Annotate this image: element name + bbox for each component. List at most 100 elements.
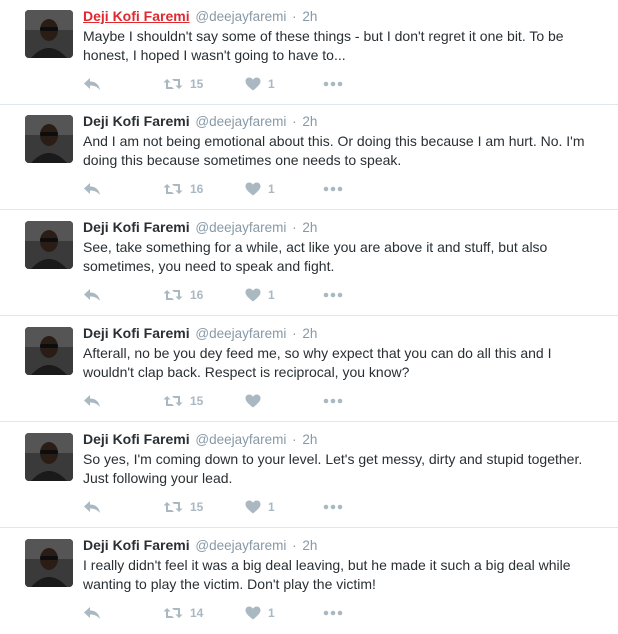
more-dots-icon (323, 398, 343, 404)
author-name[interactable]: Deji Kofi Faremi (83, 431, 190, 447)
like-button[interactable]: 1 (245, 605, 275, 621)
tweet-actions: 15 1 (83, 76, 603, 92)
heart-icon (245, 500, 261, 514)
more-button[interactable] (323, 287, 343, 303)
tweet[interactable]: Deji Kofi Faremi @deejayfaremi · 2h See,… (0, 211, 618, 316)
more-button[interactable] (323, 393, 343, 409)
author-name[interactable]: Deji Kofi Faremi (83, 537, 190, 553)
more-button[interactable] (323, 76, 343, 92)
tweet-text: And I am not being emotional about this.… (83, 133, 585, 168)
reply-button[interactable] (83, 499, 101, 515)
retweet-count: 15 (190, 394, 204, 408)
like-button[interactable] (245, 393, 268, 409)
reply-icon (84, 78, 100, 90)
tweet-timestamp[interactable]: 2h (302, 114, 317, 129)
heart-icon (245, 77, 261, 91)
tweet[interactable]: Deji Kofi Faremi @deejayfaremi · 2h So y… (0, 423, 618, 528)
author-handle[interactable]: @deejayfaremi (195, 326, 286, 341)
like-button[interactable]: 1 (245, 181, 275, 197)
tweet-timestamp[interactable]: 2h (302, 326, 317, 341)
more-dots-icon (323, 504, 343, 510)
retweet-icon (163, 79, 183, 89)
reply-icon (84, 289, 100, 301)
separator-dot: · (292, 114, 297, 129)
author-handle[interactable]: @deejayfaremi (195, 114, 286, 129)
tweet-actions: 14 1 (83, 605, 603, 621)
reply-button[interactable] (83, 605, 101, 621)
retweet-button[interactable]: 14 (163, 605, 203, 621)
avatar[interactable] (25, 327, 73, 375)
tweet-timestamp[interactable]: 2h (302, 432, 317, 447)
reply-button[interactable] (83, 393, 101, 409)
avatar[interactable] (25, 221, 73, 269)
like-count: 1 (268, 606, 275, 620)
tweet-text: Afterall, no be you dey feed me, so why … (83, 345, 552, 380)
reply-icon (84, 183, 100, 195)
separator-dot: · (292, 326, 297, 341)
author-handle[interactable]: @deejayfaremi (195, 432, 286, 447)
retweet-icon (163, 608, 183, 618)
reply-icon (84, 607, 100, 619)
tweet[interactable]: Deji Kofi Faremi @deejayfaremi · 2h And … (0, 105, 618, 210)
like-count: 1 (268, 182, 275, 196)
like-count: 1 (268, 77, 275, 91)
more-button[interactable] (323, 605, 343, 621)
author-name[interactable]: Deji Kofi Faremi (83, 325, 190, 341)
author-name[interactable]: Deji Kofi Faremi (83, 8, 190, 24)
retweet-button[interactable]: 16 (163, 287, 203, 303)
tweet-timestamp[interactable]: 2h (302, 538, 317, 553)
tweet-text: See, take something for a while, act lik… (83, 239, 548, 274)
retweet-button[interactable]: 15 (163, 499, 203, 515)
retweet-count: 15 (190, 500, 204, 514)
tweet-text: Maybe I shouldn't say some of these thin… (83, 28, 564, 63)
tweet-actions: 16 1 (83, 181, 603, 197)
separator-dot: · (292, 220, 297, 235)
avatar[interactable] (25, 115, 73, 163)
tweet[interactable]: Deji Kofi Faremi @deejayfaremi · 2h Afte… (0, 317, 618, 422)
more-dots-icon (323, 292, 343, 298)
retweet-count: 16 (190, 288, 204, 302)
tweet-timestamp[interactable]: 2h (302, 9, 317, 24)
avatar[interactable] (25, 10, 73, 58)
retweet-icon (163, 184, 183, 194)
reply-button[interactable] (83, 181, 101, 197)
author-handle[interactable]: @deejayfaremi (195, 538, 286, 553)
tweet[interactable]: Deji Kofi Faremi @deejayfaremi · 2h I re… (0, 529, 618, 634)
tweet-actions: 15 1 (83, 499, 603, 515)
author-handle[interactable]: @deejayfaremi (195, 9, 286, 24)
avatar[interactable] (25, 433, 73, 481)
reply-icon (84, 501, 100, 513)
author-handle[interactable]: @deejayfaremi (195, 220, 286, 235)
separator-dot: · (292, 538, 297, 553)
like-count: 1 (268, 500, 275, 514)
like-count: 1 (268, 288, 275, 302)
more-button[interactable] (323, 181, 343, 197)
tweet[interactable]: Deji Kofi Faremi @deejayfaremi · 2h Mayb… (0, 0, 618, 105)
tweet-actions: 16 1 (83, 287, 603, 303)
retweet-button[interactable]: 16 (163, 181, 203, 197)
retweet-count: 14 (190, 606, 204, 620)
heart-icon (245, 182, 261, 196)
tweet-timestamp[interactable]: 2h (302, 220, 317, 235)
like-button[interactable]: 1 (245, 499, 275, 515)
retweet-button[interactable]: 15 (163, 393, 203, 409)
retweet-button[interactable]: 15 (163, 76, 203, 92)
author-name[interactable]: Deji Kofi Faremi (83, 113, 190, 129)
heart-icon (245, 394, 261, 408)
heart-icon (245, 606, 261, 620)
more-button[interactable] (323, 499, 343, 515)
reply-button[interactable] (83, 287, 101, 303)
separator-dot: · (292, 9, 297, 24)
reply-icon (84, 395, 100, 407)
tweet-actions: 15 (83, 393, 603, 409)
author-name[interactable]: Deji Kofi Faremi (83, 219, 190, 235)
like-button[interactable]: 1 (245, 76, 275, 92)
heart-icon (245, 288, 261, 302)
retweet-icon (163, 502, 183, 512)
reply-button[interactable] (83, 76, 101, 92)
retweet-icon (163, 290, 183, 300)
separator-dot: · (292, 432, 297, 447)
like-button[interactable]: 1 (245, 287, 275, 303)
tweet-text: I really didn't feel it was a big deal l… (83, 557, 571, 592)
avatar[interactable] (25, 539, 73, 587)
